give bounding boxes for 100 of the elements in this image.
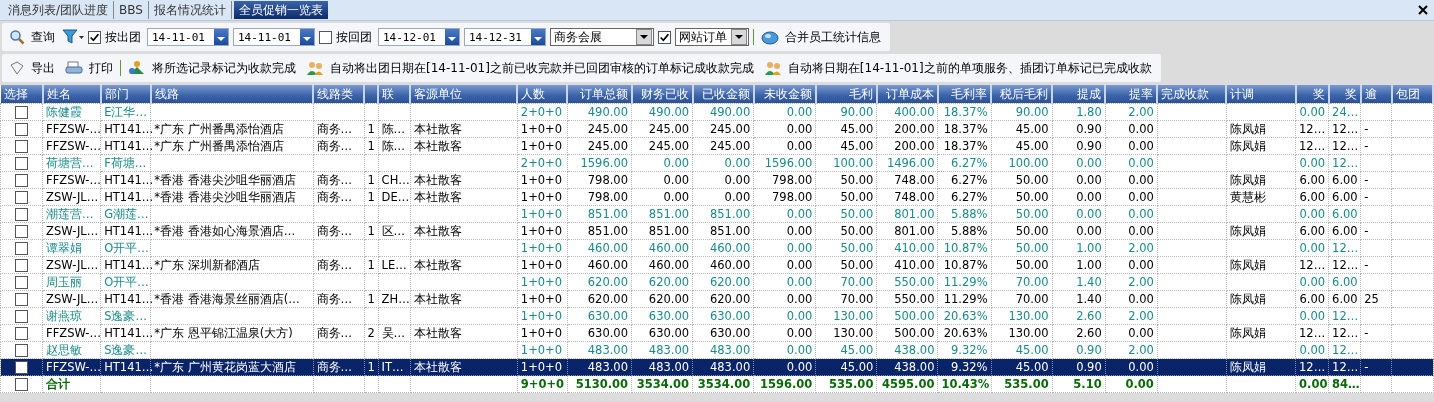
table-cell: 商务… — [313, 188, 365, 206]
table-row[interactable]: 荷塘营… F荷塘… 2+0+0 1596.00 0.00 0.00 1596.00 100.00 1496.00 6.27% 100.00 0.00 0.00 0.00 12… — [0, 154, 1433, 172]
checkbox[interactable] — [15, 139, 29, 153]
date-field[interactable]: 14-11-01 — [233, 28, 315, 46]
tab[interactable]: BBS — [114, 1, 149, 19]
table-cell: 5130.00 — [567, 375, 632, 393]
category-select[interactable]: 商务会展 — [550, 28, 654, 46]
checkbox[interactable] — [15, 275, 29, 289]
column-header[interactable]: 未收金额 — [753, 85, 816, 104]
table-row[interactable]: 赵思敏 S逸豪… 1+0+0 483.00 483.00 483.00 0.00 45.00 438.00 9.32% 45.00 0.90 2.00 0.00 12… — [0, 341, 1433, 359]
checkbox[interactable] — [15, 190, 29, 204]
date-field[interactable]: 14-12-01 — [378, 28, 460, 46]
dropdown-icon[interactable] — [300, 29, 314, 45]
dropdown-icon[interactable] — [214, 29, 228, 45]
column-header[interactable]: 订单成本 — [876, 85, 938, 104]
filter-icon[interactable] — [62, 29, 84, 45]
checkbox[interactable] — [15, 207, 29, 221]
auto-mark-button[interactable]: 自动将出团日期在[14-11-01]之前已收完款并已回团审核的订单标记成收款完成 — [303, 59, 757, 77]
checkbox[interactable] — [319, 30, 332, 44]
table-row[interactable]: 谭翠娟 O开平… 1+0+0 460.00 460.00 460.00 0.00 50.00 410.00 10.87% 50.00 1.00 2.00 0.00 12… — [0, 239, 1433, 257]
tab[interactable]: 消息列表/团队进度 — [3, 1, 115, 19]
name-cell: 赵思敏 — [42, 341, 101, 359]
checkbox[interactable] — [15, 309, 29, 323]
table-cell: 630.00 — [567, 307, 632, 325]
column-header[interactable]: 已收金额 — [692, 85, 754, 104]
table-cell: 2.60 — [1052, 324, 1106, 342]
table-cell: 130.00 — [815, 307, 877, 325]
order-source-select[interactable]: 网站订单 — [675, 28, 749, 46]
column-header[interactable]: 线路 — [150, 85, 313, 104]
column-header[interactable]: 联 — [378, 85, 411, 104]
column-header[interactable]: 财务已收 — [631, 85, 693, 104]
column-header[interactable]: 计调 — [1226, 85, 1296, 104]
table-row[interactable]: ZSW-JL… HT141…*香港 香港海景丝丽酒店(… 商务… 1 ZH… 本社散客 1+0+0 620.00 620.00 620.00 0.00 70.00 550.00 11.29% 70.00 1.40 0.00 陈凤娟 6.00 6.00 25 — [0, 290, 1433, 308]
auto-mark-button[interactable]: 自动将日期在[14-11-01]之前的单项服务、插团订单标记已完成收款 — [760, 59, 1155, 77]
table-row[interactable]: FFZSW-… HT141…*广东 广州番禺添怡酒店 商务… 1 陈… 本社散客 1+0+0 245.00 245.00 245.00 0.00 45.00 200.00 18.37% 45.00 0.90 0.00 陈凤娟 12… 12… - — [0, 120, 1433, 138]
dropdown-icon[interactable] — [731, 29, 747, 45]
checkbox[interactable] — [658, 30, 671, 44]
checkbox[interactable] — [15, 156, 29, 170]
column-header[interactable]: 包团 — [1391, 85, 1433, 104]
table-cell: 0.00 — [753, 137, 816, 155]
table-cell: 0.00 — [1105, 205, 1158, 223]
table-row[interactable]: FFZSW-… HT141…*广东 广州黄花岗蓝大酒店 商务… 1 IT… 本社散客 1+0+0 483.00 483.00 483.00 0.00 45.00 438.00 9.32% 45.00 0.90 0.00 陈凤娟 12… 12… - — [0, 358, 1433, 376]
tab[interactable]: 全员促销一览表 — [233, 1, 328, 19]
table-row[interactable]: 谢燕琼 S逸豪… 1+0+0 630.00 630.00 630.00 0.00 130.00 500.00 20.63% 130.00 2.60 2.00 0.00 12… — [0, 307, 1433, 325]
table-row[interactable]: FFZSW-… HT141…*广东 恩平锦江温泉(大方) 商务… 2 吴… 本社散客 1+0+0 630.00 630.00 630.00 0.00 130.00 500.00 20.63% 130.00 2.60 0.00 陈凤娟 12… 12… - — [0, 324, 1433, 342]
table-cell: 0.00 — [753, 307, 816, 325]
checkbox[interactable] — [15, 105, 29, 119]
column-header[interactable]: 部门 — [100, 85, 151, 104]
table-row[interactable]: FFZSW-… HT141…*香港 香港尖沙咀华丽酒店 商务… 1 CH… 本社散客 1+0+0 798.00 0.00 0.00 798.00 50.00 748.00 6.27% 50.00 0.00 0.00 陈凤娟 6.00 6.00 - — [0, 171, 1433, 189]
table-row[interactable]: ZSW-JL… HT141…*香港 香港如心海景酒店… 商务… 1 区… 本社散客 1+0+0 851.00 851.00 851.00 0.00 50.00 801.00 5.88% 50.00 0.00 0.00 陈凤娟 6.00 6.00 - — [0, 222, 1433, 240]
table-row[interactable]: ZSW-JL… HT141…*香港 香港尖沙咀华丽酒店 商务… 1 DE… 本社散客 1+0+0 798.00 0.00 0.00 798.00 50.00 748.00 6.27% 50.00 0.00 0.00 黄慧彬 6.00 6.00 - — [0, 188, 1433, 206]
column-header[interactable]: 完成收款 — [1157, 85, 1227, 104]
checkbox[interactable] — [15, 122, 29, 136]
table-cell: 50.00 — [815, 188, 877, 206]
column-header[interactable]: 奖 — [1328, 85, 1361, 104]
merge-button[interactable]: 合并员工统计信息 — [758, 28, 884, 46]
date-field[interactable]: 14-11-01 — [147, 28, 229, 46]
checkbox[interactable] — [15, 360, 29, 374]
checkbox[interactable] — [15, 326, 29, 340]
column-header[interactable]: 提成 — [1052, 85, 1106, 104]
column-header[interactable]: 税后毛利 — [991, 85, 1053, 104]
checkbox[interactable] — [88, 30, 101, 44]
table-row[interactable]: 周玉丽 O开平… 1+0+0 620.00 620.00 620.00 0.00 70.00 550.00 11.29% 70.00 1.40 2.00 0.00 6.00 — [0, 273, 1433, 291]
checkbox[interactable] — [15, 377, 29, 391]
print-button[interactable]: 打印 — [62, 59, 116, 77]
close-icon[interactable] — [1418, 5, 1428, 15]
table-row[interactable]: ZSW-JL… HT141…*广东 深圳新都酒店 商务… 1 LE… 本社散客 1+0+0 460.00 460.00 460.00 0.00 50.00 410.00 10.87% 50.00 1.00 0.00 陈凤娟 12… 12… - — [0, 256, 1433, 274]
dropdown-icon[interactable] — [445, 29, 459, 45]
dropdown-icon[interactable] — [636, 29, 652, 45]
column-header[interactable]: 线路类 — [313, 85, 365, 104]
column-header[interactable]: 订单总额 — [567, 85, 632, 104]
checkbox[interactable] — [15, 173, 29, 187]
column-header[interactable]: 提率 — [1105, 85, 1158, 104]
checkbox[interactable] — [15, 292, 29, 306]
checkbox[interactable] — [15, 343, 29, 357]
dropdown-icon[interactable] — [531, 29, 545, 45]
column-header[interactable]: 毛利率 — [938, 85, 992, 104]
mark-done-button[interactable]: 将所选记录标记为收款完成 — [125, 59, 299, 77]
table-row[interactable]: 潮莲营… G潮莲… 1+0+0 851.00 851.00 851.00 0.00 50.00 801.00 5.88% 50.00 0.00 0.00 0.00 6.00 — [0, 205, 1433, 223]
table-row[interactable]: 陈健霞 E江华… 2+0+0 490.00 490.00 490.00 0.00 90.00 400.00 18.37% 90.00 1.80 2.00 0.00 24… — [0, 103, 1433, 121]
tab[interactable]: 报名情况统计 — [148, 1, 232, 19]
query-button[interactable]: 查询 — [6, 28, 58, 46]
table-cell: 0.00 — [753, 256, 816, 274]
checkbox[interactable] — [15, 224, 29, 238]
users-icon — [763, 60, 782, 76]
export-button[interactable]: 导出 — [6, 59, 58, 77]
column-header[interactable]: 人数 — [517, 85, 568, 104]
column-header[interactable]: 客源单位 — [410, 85, 518, 104]
table-row[interactable]: 合计 9+0+0 5130.00 3534.00 3534.00 1596.00 535.00 4595.00 10.43% 535.00 5.10 0.00 0.00 84… — [0, 375, 1433, 393]
date-field[interactable]: 14-12-31 — [464, 28, 546, 46]
checkbox[interactable] — [15, 241, 29, 255]
column-header[interactable]: 奖 — [1295, 85, 1329, 104]
table-cell: 6.00 — [1328, 171, 1361, 189]
column-header[interactable]: 逾 — [1360, 85, 1392, 104]
column-header[interactable]: 姓名 — [42, 85, 101, 104]
checkbox[interactable] — [15, 258, 29, 272]
table-cell: 1+0+0 — [517, 324, 568, 342]
table-row[interactable]: FFZSW-… HT141…*广东 广州番禺添怡酒店 商务… 1 陈… 本社散客 1+0+0 245.00 245.00 245.00 0.00 45.00 200.00 18.37% 45.00 0.90 0.00 陈凤娟 12… 12… - — [0, 137, 1433, 155]
column-header[interactable]: 毛利 — [815, 85, 877, 104]
column-header[interactable]: 选择 — [0, 85, 43, 104]
